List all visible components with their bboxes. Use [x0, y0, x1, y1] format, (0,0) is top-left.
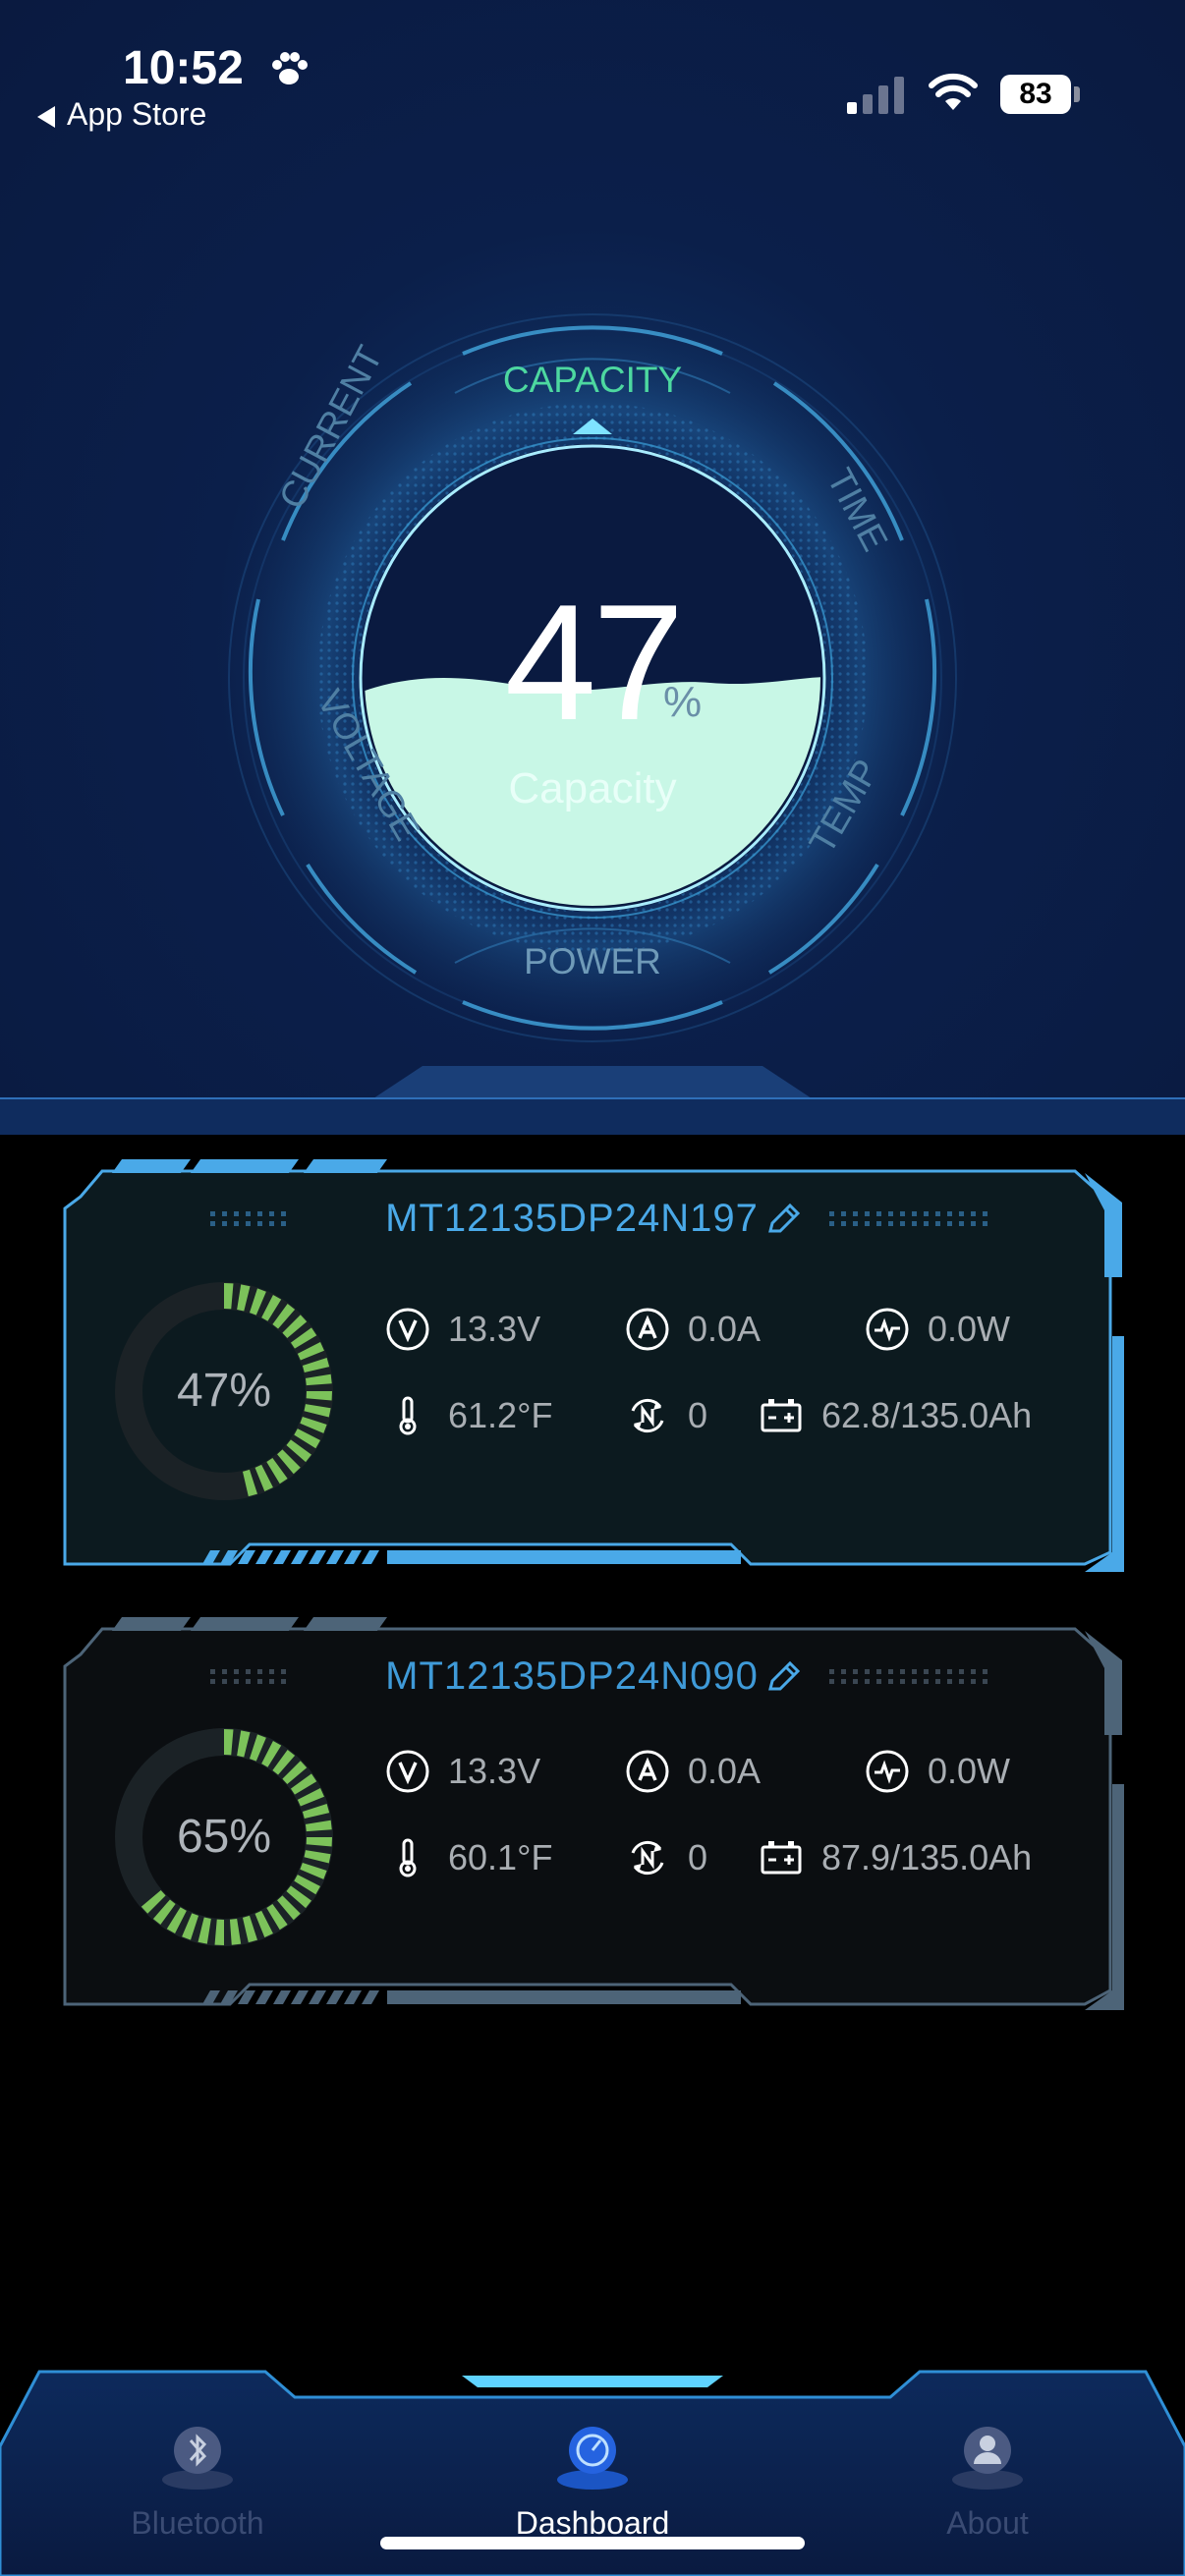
battery-percent: 65%	[176, 1811, 272, 1863]
battery-name[interactable]: MT12135DP24N090	[63, 1654, 1124, 1699]
current-value: 0.0A	[688, 1309, 762, 1349]
gauge-section-power[interactable]: POWER	[0, 941, 1185, 982]
edit-pencil-icon[interactable]	[764, 1659, 802, 1697]
back-arrow-icon	[37, 105, 55, 128]
temperature-value: 61.2°F	[448, 1395, 553, 1435]
hero-base-platform	[0, 1066, 1185, 1135]
battery-capacity-icon	[761, 1841, 802, 1875]
temperature-value: 60.1°F	[448, 1837, 553, 1877]
wifi-icon	[929, 73, 978, 110]
tab-bluetooth[interactable]: Bluetooth	[50, 2417, 345, 2542]
gauge-unit: %	[663, 678, 703, 726]
metric-temperature: 60.1°F	[385, 1835, 552, 1880]
metric-power: 0.0W	[865, 1307, 1010, 1352]
power-icon	[866, 1750, 909, 1793]
battery-name-text: MT12135DP24N197	[385, 1197, 759, 1240]
back-to-app-store[interactable]: App Store	[37, 96, 206, 133]
battery-name-text: MT12135DP24N090	[385, 1654, 759, 1698]
metric-current: 0.0A	[625, 1307, 761, 1352]
thermometer-icon	[399, 1396, 417, 1435]
gauge-value: 47	[504, 570, 685, 755]
battery-name[interactable]: MT12135DP24N197	[63, 1197, 1124, 1241]
back-label: App Store	[67, 96, 207, 132]
power-value: 0.0W	[928, 1751, 1011, 1791]
voltage-value: 13.3V	[448, 1309, 541, 1349]
gauge-label: Capacity	[508, 764, 677, 812]
cycle-count-icon	[631, 1398, 664, 1433]
tab-about[interactable]: About	[840, 2417, 1135, 2542]
metric-capacity: 87.9/135.0Ah	[759, 1835, 1032, 1880]
current-icon	[626, 1308, 669, 1351]
cycles-value: 0	[688, 1395, 708, 1435]
voltage-icon	[386, 1308, 429, 1351]
current-icon	[626, 1750, 669, 1793]
capacity-value: 62.8/135.0Ah	[821, 1395, 1033, 1435]
metric-current: 0.0A	[625, 1749, 761, 1794]
metric-voltage: 13.3V	[385, 1307, 540, 1352]
metric-capacity: 62.8/135.0Ah	[759, 1393, 1032, 1438]
battery-level: 83	[1000, 75, 1071, 114]
dashboard-icon	[557, 2427, 628, 2490]
voltage-value: 13.3V	[448, 1751, 541, 1791]
battery-capacity-icon	[761, 1399, 802, 1432]
tab-label-about: About	[946, 2505, 1029, 2541]
voltage-icon	[386, 1750, 429, 1793]
metric-power: 0.0W	[865, 1749, 1010, 1794]
user-profile-icon	[952, 2427, 1023, 2490]
tab-label-bluetooth: Bluetooth	[131, 2505, 264, 2541]
power-value: 0.0W	[928, 1309, 1011, 1349]
battery-percent: 47%	[176, 1365, 272, 1417]
cycles-value: 0	[688, 1837, 708, 1877]
cellular-signal-icon	[847, 77, 904, 114]
gauge-section-capacity[interactable]: CAPACITY	[0, 360, 1185, 401]
metric-cycles: 0	[625, 1835, 707, 1880]
power-icon	[866, 1308, 909, 1351]
thermometer-icon	[399, 1838, 417, 1877]
status-time: 10:52	[123, 42, 244, 94]
bluetooth-icon	[162, 2427, 233, 2490]
tab-dashboard[interactable]: Dashboard	[445, 2417, 740, 2542]
hero-panel: 10:52 App Store 83 CAPACITY CURRENT TIME…	[0, 0, 1185, 1135]
metric-temperature: 61.2°F	[385, 1393, 552, 1438]
current-value: 0.0A	[688, 1751, 762, 1791]
capacity-value: 87.9/135.0Ah	[821, 1837, 1033, 1877]
battery-card-2[interactable]: MT12135DP24N090 65% 13.3V 0.0A 0.0W 60.1…	[63, 1617, 1124, 2010]
home-indicator[interactable]	[380, 2537, 805, 2549]
battery-card-1[interactable]: MT12135DP24N197 47% 13.3V 0.0A 0.0W 61.2…	[63, 1159, 1124, 1572]
cycle-count-icon	[631, 1840, 664, 1876]
metric-voltage: 13.3V	[385, 1749, 540, 1794]
metric-cycles: 0	[625, 1393, 707, 1438]
paw-icon	[272, 52, 308, 84]
battery-cap-icon	[1074, 86, 1080, 102]
edit-pencil-icon[interactable]	[764, 1202, 802, 1239]
